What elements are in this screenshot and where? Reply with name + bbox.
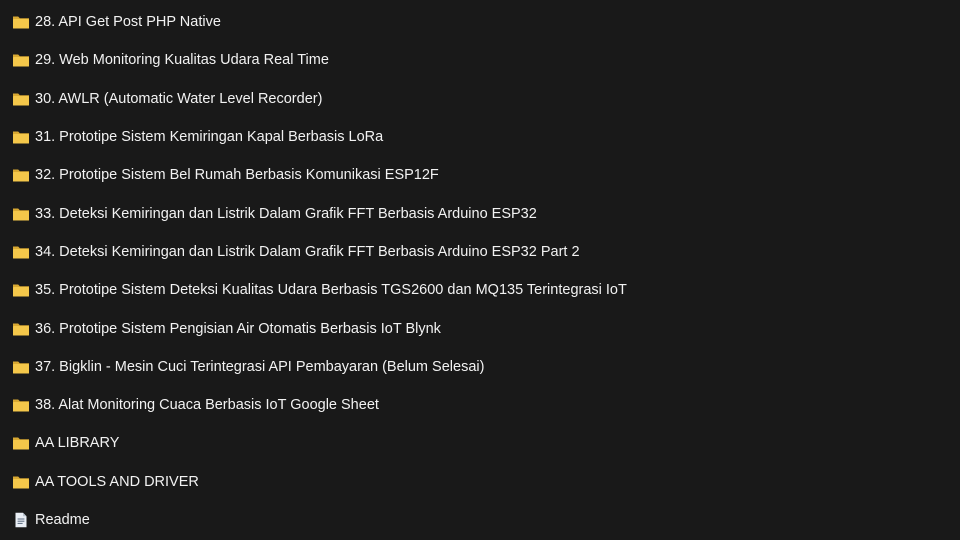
folder-label: AA TOOLS AND DRIVER bbox=[35, 473, 199, 490]
list-item-folder-38[interactable]: 38. Alat Monitoring Cuaca Berbasis IoT G… bbox=[0, 386, 960, 424]
file-list: 28. API Get Post PHP Native 29. Web Moni… bbox=[0, 3, 960, 539]
list-item-folder-33[interactable]: 33. Deteksi Kemiringan dan Listrik Dalam… bbox=[0, 194, 960, 232]
folder-label: 34. Deteksi Kemiringan dan Listrik Dalam… bbox=[35, 243, 580, 260]
list-item-folder-35[interactable]: 35. Prototipe Sistem Deteksi Kualitas Ud… bbox=[0, 271, 960, 309]
folder-label: 29. Web Monitoring Kualitas Udara Real T… bbox=[35, 52, 329, 69]
text-document-icon bbox=[12, 512, 30, 528]
folder-label: 38. Alat Monitoring Cuaca Berbasis IoT G… bbox=[35, 397, 379, 414]
folder-label: 32. Prototipe Sistem Bel Rumah Berbasis … bbox=[35, 167, 439, 184]
folder-icon bbox=[12, 14, 30, 30]
folder-icon bbox=[12, 359, 30, 375]
folder-icon bbox=[12, 129, 30, 145]
folder-icon bbox=[12, 321, 30, 337]
list-item-folder-28[interactable]: 28. API Get Post PHP Native bbox=[0, 3, 960, 41]
list-item-folder-36[interactable]: 36. Prototipe Sistem Pengisian Air Otoma… bbox=[0, 309, 960, 347]
list-item-folder-31[interactable]: 31. Prototipe Sistem Kemiringan Kapal Be… bbox=[0, 118, 960, 156]
list-item-folder-30[interactable]: 30. AWLR (Automatic Water Level Recorder… bbox=[0, 80, 960, 118]
list-item-folder-aa-library[interactable]: AA LIBRARY bbox=[0, 424, 960, 462]
folder-icon bbox=[12, 282, 30, 298]
list-item-folder-34[interactable]: 34. Deteksi Kemiringan dan Listrik Dalam… bbox=[0, 233, 960, 271]
folder-label: 35. Prototipe Sistem Deteksi Kualitas Ud… bbox=[35, 282, 627, 299]
list-item-folder-29[interactable]: 29. Web Monitoring Kualitas Udara Real T… bbox=[0, 41, 960, 79]
list-item-folder-32[interactable]: 32. Prototipe Sistem Bel Rumah Berbasis … bbox=[0, 156, 960, 194]
folder-label: 31. Prototipe Sistem Kemiringan Kapal Be… bbox=[35, 129, 384, 146]
folder-label: AA LIBRARY bbox=[35, 435, 120, 452]
list-item-file-readme[interactable]: Readme bbox=[0, 501, 960, 539]
folder-icon bbox=[12, 474, 30, 490]
list-item-folder-aa-tools-and-driver[interactable]: AA TOOLS AND DRIVER bbox=[0, 463, 960, 501]
folder-label: 28. API Get Post PHP Native bbox=[35, 14, 221, 31]
folder-label: 36. Prototipe Sistem Pengisian Air Otoma… bbox=[35, 320, 441, 337]
folder-icon bbox=[12, 435, 30, 451]
folder-icon bbox=[12, 244, 30, 260]
folder-icon bbox=[12, 206, 30, 222]
list-item-folder-37[interactable]: 37. Bigklin - Mesin Cuci Terintegrasi AP… bbox=[0, 348, 960, 386]
folder-label: 30. AWLR (Automatic Water Level Recorder… bbox=[35, 90, 323, 107]
folder-icon bbox=[12, 91, 30, 107]
folder-label: 33. Deteksi Kemiringan dan Listrik Dalam… bbox=[35, 205, 537, 222]
folder-icon bbox=[12, 397, 30, 413]
file-label: Readme bbox=[35, 512, 90, 528]
folder-label: 37. Bigklin - Mesin Cuci Terintegrasi AP… bbox=[35, 358, 485, 375]
folder-icon bbox=[12, 52, 30, 68]
folder-icon bbox=[12, 167, 30, 183]
